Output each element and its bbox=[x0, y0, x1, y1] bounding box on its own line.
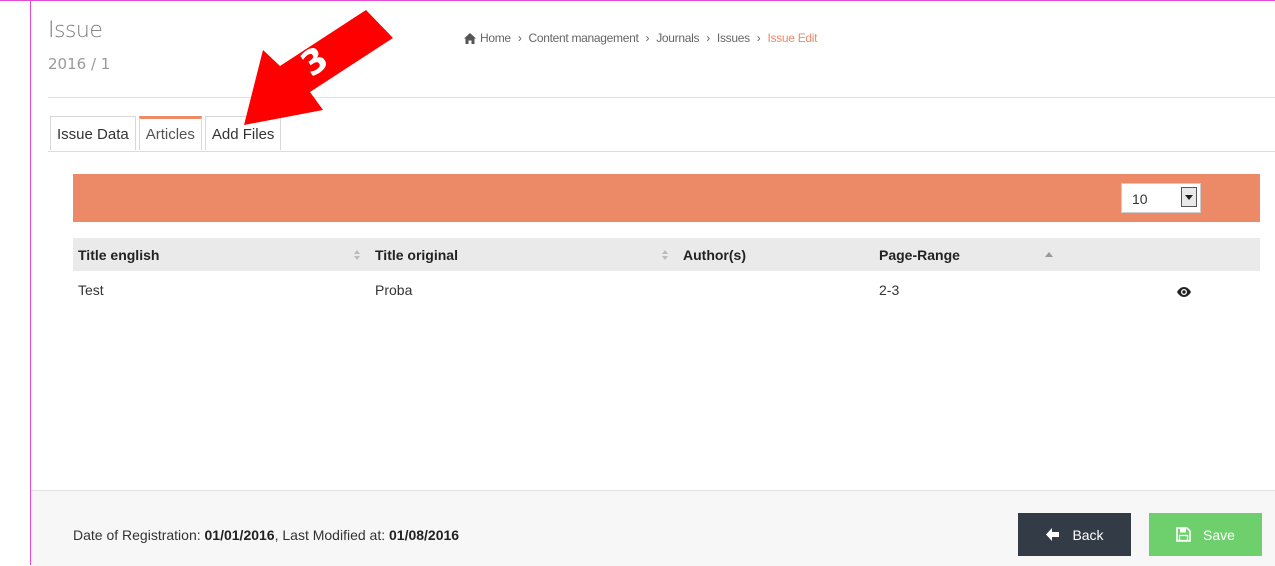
eye-icon[interactable] bbox=[1176, 286, 1192, 298]
save-button-label: Save bbox=[1203, 526, 1235, 543]
chevron-down-icon[interactable] bbox=[1181, 187, 1197, 207]
column-header-page-range[interactable]: Page-Range bbox=[874, 238, 1154, 271]
sort-icon[interactable] bbox=[662, 250, 668, 260]
footer-dates: Date of Registration: 01/01/2016, Last M… bbox=[73, 527, 459, 543]
cell-authors bbox=[678, 271, 874, 309]
chevron-right-icon: › bbox=[645, 31, 650, 45]
modified-date: 01/08/2016 bbox=[389, 527, 460, 543]
breadcrumb-current: Issue Edit bbox=[767, 31, 818, 45]
articles-table: Title english Title original Author(s) P… bbox=[73, 238, 1260, 309]
column-header-title-english[interactable]: Title english bbox=[73, 238, 370, 271]
column-label: Title original bbox=[375, 246, 458, 263]
cell-page-range: 2-3 bbox=[874, 271, 1154, 309]
cell-actions bbox=[1154, 271, 1260, 309]
column-label: Page-Range bbox=[879, 246, 960, 263]
chevron-right-icon: › bbox=[517, 31, 522, 45]
registration-date: 01/01/2016 bbox=[204, 527, 275, 543]
breadcrumb-issues[interactable]: Issues bbox=[717, 31, 750, 45]
column-label: Title english bbox=[78, 246, 160, 263]
registration-label: Date of Registration: bbox=[73, 527, 201, 543]
sort-icon[interactable] bbox=[354, 250, 360, 260]
cell-title-english: Test bbox=[73, 271, 370, 309]
frame-top-border bbox=[0, 0, 1275, 1]
breadcrumb-home[interactable]: Home bbox=[480, 31, 511, 45]
column-header-title-original[interactable]: Title original bbox=[370, 238, 678, 271]
page-size-select[interactable]: 10 bbox=[1121, 183, 1201, 213]
breadcrumb-journals[interactable]: Journals bbox=[656, 31, 699, 45]
table-header-row: Title english Title original Author(s) P… bbox=[73, 238, 1260, 271]
frame-left-border bbox=[30, 0, 31, 565]
page-size-value: 10 bbox=[1132, 191, 1148, 207]
table-toolbar bbox=[73, 174, 1260, 222]
column-header-authors[interactable]: Author(s) bbox=[678, 238, 874, 271]
tab-issue-data[interactable]: Issue Data bbox=[50, 116, 136, 150]
back-button-label: Back bbox=[1072, 526, 1104, 543]
arrow-left-icon bbox=[1046, 528, 1060, 541]
column-label: Author(s) bbox=[683, 246, 746, 263]
chevron-right-icon: › bbox=[706, 31, 710, 45]
cell-title-original: Proba bbox=[370, 271, 678, 309]
page-subtitle: 2016 / 1 bbox=[48, 55, 111, 73]
chevron-right-icon: › bbox=[756, 31, 761, 45]
breadcrumb: Home › Content management › Journals › I… bbox=[464, 31, 818, 45]
floppy-disk-icon bbox=[1176, 527, 1191, 542]
column-header-actions bbox=[1154, 238, 1260, 271]
tab-articles[interactable]: Articles bbox=[138, 116, 202, 150]
page-title: Issue bbox=[48, 18, 103, 43]
sort-asc-icon[interactable] bbox=[1045, 252, 1053, 257]
modified-label: , Last Modified at: bbox=[274, 527, 386, 543]
home-icon[interactable] bbox=[464, 32, 476, 44]
breadcrumb-content-management[interactable]: Content management bbox=[529, 31, 639, 45]
save-button[interactable]: Save bbox=[1149, 513, 1262, 556]
table-row: Test Proba 2-3 bbox=[73, 271, 1260, 309]
back-button[interactable]: Back bbox=[1018, 513, 1131, 556]
